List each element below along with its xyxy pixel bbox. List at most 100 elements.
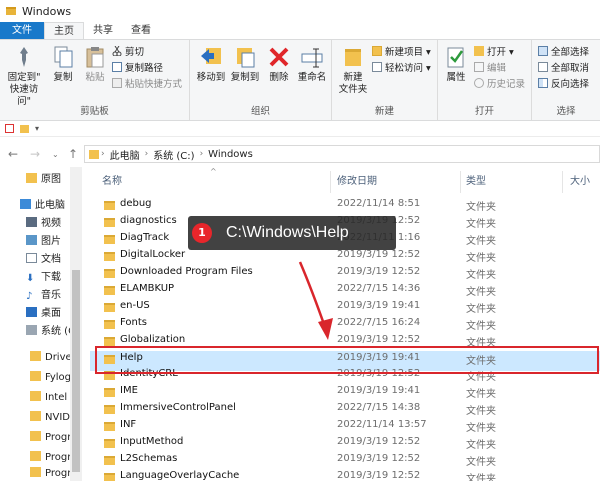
nav-item-pictures[interactable]: 图片 — [26, 233, 61, 251]
breadcrumb-windows[interactable]: Windows — [208, 149, 253, 160]
open-group-label: 打开 — [474, 106, 494, 117]
column-header-date[interactable]: 修改日期 — [337, 171, 377, 193]
nav-item-desktop[interactable]: 桌面 — [26, 305, 61, 323]
folder-icon — [104, 303, 115, 312]
table-row[interactable]: ImmersiveControlPanel 2022/7/15 14:38 文件夹 — [90, 401, 600, 418]
checkbox-icon[interactable] — [5, 124, 14, 133]
table-row[interactable]: InputMethod 2019/3/19 12:52 文件夹 — [90, 435, 600, 452]
select-none-icon — [538, 62, 548, 72]
rename-label: 重命名 — [297, 72, 327, 83]
copy-to-button[interactable]: 复制到 — [228, 45, 262, 84]
properties-button[interactable]: 属性 — [442, 45, 470, 84]
nav-item-this-pc[interactable]: 此电脑 — [20, 197, 65, 215]
paste-shortcut-button[interactable]: 粘贴快捷方式 — [112, 78, 182, 92]
nav-item-system-c[interactable]: 系统 (C — [26, 323, 75, 341]
address-bar[interactable]: › 此电脑 › 系统 (C:) › Windows — [84, 145, 600, 163]
ribbon: 固定到" 快速访问" 复制 粘贴 剪切 复制路径 粘贴快捷方式 剪贴板 移动到 … — [0, 39, 600, 121]
folder-icon[interactable] — [20, 124, 29, 133]
nav-item-folder[interactable]: Progr — [30, 465, 71, 481]
recent-dropdown-icon[interactable]: ⌄ — [52, 150, 59, 159]
tab-file[interactable]: 文件 — [0, 22, 44, 39]
dropdown-arrow-icon[interactable]: ▾ — [35, 124, 39, 133]
nav-item-folder[interactable]: NVIDI — [30, 409, 73, 427]
nav-item-original[interactable]: 原图 — [26, 171, 61, 189]
nav-item-videos[interactable]: 视频 — [26, 215, 61, 233]
nav-item-folder[interactable]: Fylog — [30, 369, 71, 387]
copy-button[interactable]: 复制 — [46, 45, 80, 84]
folder-icon — [104, 388, 115, 397]
folder-icon — [30, 351, 41, 361]
table-row[interactable]: debug 2022/11/14 8:51 文件夹 — [90, 197, 600, 214]
table-row[interactable]: DigitalLocker 2019/3/19 12:52 文件夹 — [90, 248, 600, 265]
easy-access-button[interactable]: 轻松访问 ▾ — [372, 62, 431, 76]
edit-button[interactable]: 编辑 — [474, 62, 506, 76]
nav-item-documents[interactable]: 文档 — [26, 251, 61, 269]
column-header-type[interactable]: 类型 — [466, 171, 486, 193]
table-row[interactable]: en-US 2019/3/19 19:41 文件夹 — [90, 299, 600, 316]
organize-group: 移动到 复制到 删除 重命名 组织 — [190, 40, 332, 120]
table-row[interactable]: Fonts 2022/7/15 16:24 文件夹 — [90, 316, 600, 333]
table-row[interactable]: L2Schemas 2019/3/19 12:52 文件夹 — [90, 452, 600, 469]
nav-item-downloads[interactable]: ⬇ 下载 — [26, 269, 61, 287]
file-type: 文件夹 — [466, 236, 496, 247]
paste-icon — [84, 45, 106, 69]
move-to-button[interactable]: 移动到 — [194, 45, 228, 84]
open-button[interactable]: 打开 ▾ — [474, 46, 514, 60]
table-row[interactable]: ELAMBKUP 2022/7/15 14:36 文件夹 — [90, 282, 600, 299]
ribbon-tabs: 文件 主页 共享 查看 — [0, 22, 600, 39]
column-header-size[interactable]: 大小 — [570, 171, 590, 193]
copy-path-button[interactable]: 复制路径 — [112, 62, 163, 76]
file-date: 2019/3/19 19:41 — [337, 385, 421, 396]
tab-home[interactable]: 主页 — [44, 22, 84, 39]
column-divider[interactable] — [460, 171, 461, 193]
file-type: 文件夹 — [466, 202, 496, 213]
tab-view[interactable]: 查看 — [122, 22, 160, 39]
nav-item-folder[interactable]: Intel — [30, 389, 67, 407]
nav-item-folder[interactable]: Progr — [30, 429, 71, 447]
delete-button[interactable]: 删除 — [266, 45, 292, 84]
select-all-button[interactable]: 全部选择 — [538, 46, 589, 60]
back-arrow-icon[interactable]: ← — [8, 147, 18, 161]
breadcrumb-system-c[interactable]: 系统 (C:) — [153, 147, 194, 162]
history-button[interactable]: 历史记录 — [474, 78, 525, 92]
new-item-button[interactable]: 新建项目 ▾ — [372, 46, 431, 60]
forward-arrow-icon[interactable]: → — [30, 147, 40, 161]
nav-scrollbar[interactable] — [70, 167, 82, 481]
tab-share[interactable]: 共享 — [84, 22, 122, 39]
chevron-right-icon[interactable]: › — [200, 149, 204, 159]
file-name: en-US — [120, 300, 150, 311]
file-date: 2022/11/14 8:51 — [337, 198, 421, 209]
nav-item-label: 桌面 — [41, 308, 61, 319]
select-none-button[interactable]: 全部取消 — [538, 62, 589, 76]
file-name: L2Schemas — [120, 453, 178, 464]
table-row[interactable]: IME 2019/3/19 19:41 文件夹 — [90, 384, 600, 401]
nav-scrollbar-thumb[interactable] — [72, 270, 80, 472]
folder-icon — [26, 173, 37, 183]
paste-button[interactable]: 粘贴 — [80, 45, 110, 84]
nav-item-label: 此电脑 — [35, 200, 65, 211]
table-row[interactable]: LanguageOverlayCache 2019/3/19 12:52 文件夹 — [90, 469, 600, 481]
pin-quick-access-button[interactable]: 固定到" 快速访问" — [4, 45, 44, 108]
copy-to-label: 复制到 — [230, 72, 260, 83]
move-to-icon — [200, 45, 222, 69]
copy-path-label: 复制路径 — [125, 63, 164, 74]
table-row[interactable]: Downloaded Program Files 2019/3/19 12:52 文… — [90, 265, 600, 282]
file-name: DigitalLocker — [120, 249, 186, 260]
chevron-right-icon[interactable]: › — [145, 149, 149, 159]
column-header-name[interactable]: 名称 — [102, 171, 122, 193]
up-arrow-icon[interactable]: ↑ — [68, 147, 78, 161]
table-row[interactable]: INF 2022/11/14 13:57 文件夹 — [90, 418, 600, 435]
clipboard-group-label: 剪贴板 — [80, 106, 109, 117]
new-folder-button[interactable]: 新建 文件夹 — [336, 45, 370, 96]
rename-button[interactable]: 重命名 — [294, 45, 330, 84]
chevron-right-icon[interactable]: › — [101, 149, 105, 159]
cut-button[interactable]: 剪切 — [112, 45, 144, 60]
breadcrumb-this-pc[interactable]: 此电脑 — [110, 147, 140, 162]
nav-item-folder[interactable]: Drive — [30, 349, 72, 367]
column-divider[interactable] — [562, 171, 563, 193]
nav-item-music[interactable]: ♪ 音乐 — [26, 287, 61, 305]
column-divider[interactable] — [330, 171, 331, 193]
file-type: 文件夹 — [466, 474, 496, 481]
invert-selection-button[interactable]: 反向选择 — [538, 78, 589, 92]
file-name: debug — [120, 198, 152, 209]
